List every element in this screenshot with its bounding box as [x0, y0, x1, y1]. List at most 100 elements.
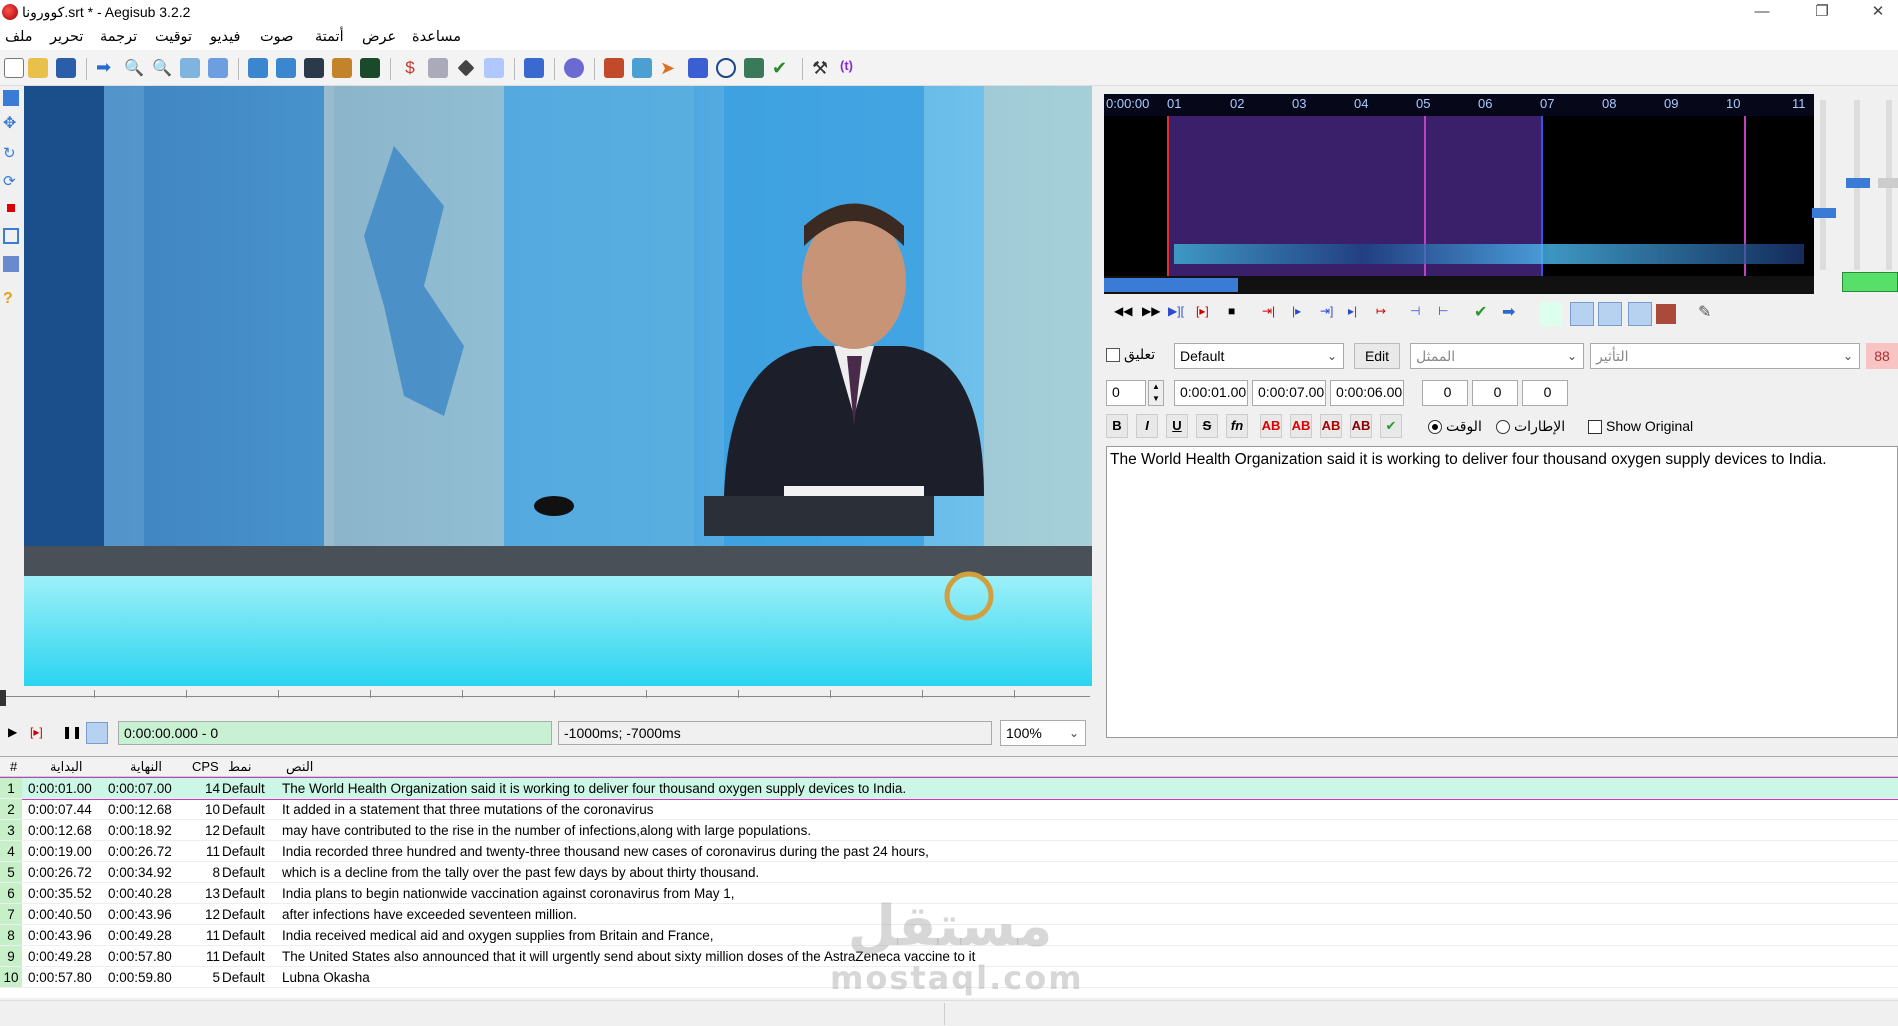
zoom-in-icon[interactable]: 🔍: [124, 58, 144, 78]
auto-next-icon[interactable]: [1570, 302, 1594, 326]
rotate-xy-icon[interactable]: ⟳: [3, 172, 19, 190]
next-line-icon[interactable]: ▶▶: [1142, 304, 1160, 318]
menu-help[interactable]: مساعدة: [412, 29, 461, 45]
underline-button[interactable]: U: [1166, 414, 1188, 438]
standard-tool-icon[interactable]: [3, 90, 19, 106]
edit-style-button[interactable]: Edit: [1354, 343, 1400, 369]
tools-icon[interactable]: ⚒: [812, 58, 832, 78]
style-select[interactable]: Default ⌄: [1174, 343, 1344, 369]
layer-spin-icon[interactable]: ▲ ▼: [1148, 380, 1164, 406]
play-selection-icon[interactable]: ▶][: [1168, 304, 1184, 318]
duration-field[interactable]: 0:00:06.00: [1330, 380, 1404, 406]
vector-clip-icon[interactable]: [3, 256, 19, 272]
zoom-out-icon[interactable]: 🔍: [152, 58, 172, 78]
play-line-icon[interactable]: [▸]: [30, 725, 43, 739]
automation-icon[interactable]: [564, 58, 584, 78]
clock-icon[interactable]: [716, 58, 736, 78]
bold-button[interactable]: B: [1106, 414, 1128, 438]
spell-check-icon[interactable]: [524, 58, 544, 78]
lead-in-icon[interactable]: ⊣: [1410, 304, 1420, 318]
strikeout-button[interactable]: S: [1196, 414, 1218, 438]
line-start-marker[interactable]: [1167, 116, 1169, 276]
karaoke-edit-icon[interactable]: ✎: [1698, 302, 1711, 322]
stop-icon[interactable]: [688, 58, 708, 78]
audio-volume-slider[interactable]: [1812, 100, 1836, 270]
film-strip-icon[interactable]: [304, 58, 324, 78]
play-icon[interactable]: ▶: [8, 725, 17, 739]
pause-icon[interactable]: ❚❚: [62, 725, 82, 739]
table-row[interactable]: 2 0:00:07.44 0:00:12.68 10 Default It added i…: [0, 799, 1898, 820]
menu-file[interactable]: ملف: [5, 29, 33, 45]
autoscroll-icon[interactable]: [86, 722, 108, 744]
margin-vertical-field[interactable]: 0: [1522, 380, 1568, 406]
play-to-end-icon[interactable]: ▸|: [1348, 304, 1357, 318]
table-row[interactable]: 4 0:00:19.00 0:00:26.72 11 Default India reco…: [0, 841, 1898, 862]
save-icon[interactable]: [56, 58, 76, 78]
margin-right-field[interactable]: 0: [1472, 380, 1518, 406]
actor-field[interactable]: الممثل ⌄: [1410, 343, 1584, 369]
copy-icon[interactable]: [484, 58, 504, 78]
audio-zoom-slider[interactable]: [1846, 100, 1870, 270]
table-row[interactable]: 3 0:00:12.68 0:00:18.92 12 Default may have c…: [0, 820, 1898, 841]
lead-out-icon[interactable]: ⊢: [1438, 304, 1448, 318]
minimize-button[interactable]: —: [1742, 0, 1782, 26]
subtitle-text-editor[interactable]: The World Health Organization said it is…: [1106, 446, 1898, 738]
prev-line-icon[interactable]: ◀◀: [1114, 304, 1132, 318]
shadow-color-button[interactable]: AB: [1350, 414, 1372, 438]
end-time-field[interactable]: 0:00:07.00: [1252, 380, 1326, 406]
audio-vzoom-slider[interactable]: [1878, 100, 1898, 270]
italic-button[interactable]: I: [1136, 414, 1158, 438]
primary-color-button[interactable]: AB: [1260, 414, 1282, 438]
effect-field[interactable]: التأثير ⌄: [1590, 343, 1860, 369]
attachments-icon[interactable]: [208, 58, 228, 78]
menu-subtitle[interactable]: ترجمة: [100, 29, 137, 45]
play-end-icon[interactable]: ⇥]: [1320, 304, 1333, 318]
menu-automation[interactable]: أتمتة: [315, 29, 344, 45]
audio-scrollbar[interactable]: [1104, 276, 1814, 294]
menu-view[interactable]: عرض: [362, 29, 396, 45]
scale-tool-icon[interactable]: [7, 204, 15, 212]
new-file-icon[interactable]: [4, 58, 24, 78]
zoom-select[interactable]: 100% ⌄: [1000, 720, 1086, 746]
translation-assistant-icon[interactable]: [428, 58, 448, 78]
check-icon[interactable]: ✔: [772, 58, 792, 78]
find-replace-icon[interactable]: [744, 58, 764, 78]
select-lines-icon[interactable]: ➤: [660, 58, 680, 78]
video-properties-icon[interactable]: [180, 58, 200, 78]
drag-tool-icon[interactable]: ✥: [3, 116, 19, 132]
rotate-z-icon[interactable]: ↻: [3, 144, 19, 162]
time-radio[interactable]: [1428, 420, 1442, 434]
spectrum-mode-icon[interactable]: [1628, 302, 1652, 326]
close-button[interactable]: ✕: [1858, 0, 1898, 26]
auto-scroll-audio-icon[interactable]: [1598, 302, 1622, 326]
table-row[interactable]: 5 0:00:26.72 0:00:34.92 8 Default which is a …: [0, 862, 1898, 883]
video-seek-bar[interactable]: [0, 688, 1094, 718]
stop-audio-icon[interactable]: ■: [1228, 304, 1235, 318]
margin-left-field[interactable]: 0: [1422, 380, 1468, 406]
video-time-display[interactable]: 0:00:00.000 - 0: [118, 721, 552, 745]
frames-radio[interactable]: [1496, 420, 1510, 434]
resolution-icon[interactable]: [332, 58, 352, 78]
clip-tool-icon[interactable]: [3, 228, 19, 244]
start-time-field[interactable]: 0:00:01.00: [1174, 380, 1248, 406]
go-next-icon[interactable]: ➡: [1502, 302, 1515, 322]
play-after-icon[interactable]: |▸: [1292, 304, 1301, 318]
show-original-checkbox[interactable]: [1588, 420, 1602, 434]
comment-checkbox[interactable]: [1106, 348, 1120, 362]
styles-manager-icon[interactable]: [248, 58, 268, 78]
commit-check-icon[interactable]: ✔: [1380, 414, 1402, 438]
menu-video[interactable]: فيديو: [210, 29, 240, 45]
link-sliders-icon[interactable]: [1842, 272, 1898, 292]
play-selection-end-icon[interactable]: ↦: [1376, 304, 1386, 318]
secondary-color-button[interactable]: AB: [1290, 414, 1312, 438]
help-icon[interactable]: ?: [3, 290, 19, 307]
outline-color-button[interactable]: AB: [1320, 414, 1342, 438]
seek-handle[interactable]: [0, 690, 6, 706]
commit-icon[interactable]: ✔: [1474, 302, 1487, 322]
options-icon[interactable]: (t): [840, 58, 860, 78]
menu-audio[interactable]: صوت: [260, 29, 293, 45]
play-before-icon[interactable]: ⇥|: [1262, 304, 1275, 318]
play-current-line-icon[interactable]: [▸]: [1196, 304, 1209, 318]
timing-post-processor-icon[interactable]: [632, 58, 652, 78]
pen-icon[interactable]: [457, 59, 475, 77]
